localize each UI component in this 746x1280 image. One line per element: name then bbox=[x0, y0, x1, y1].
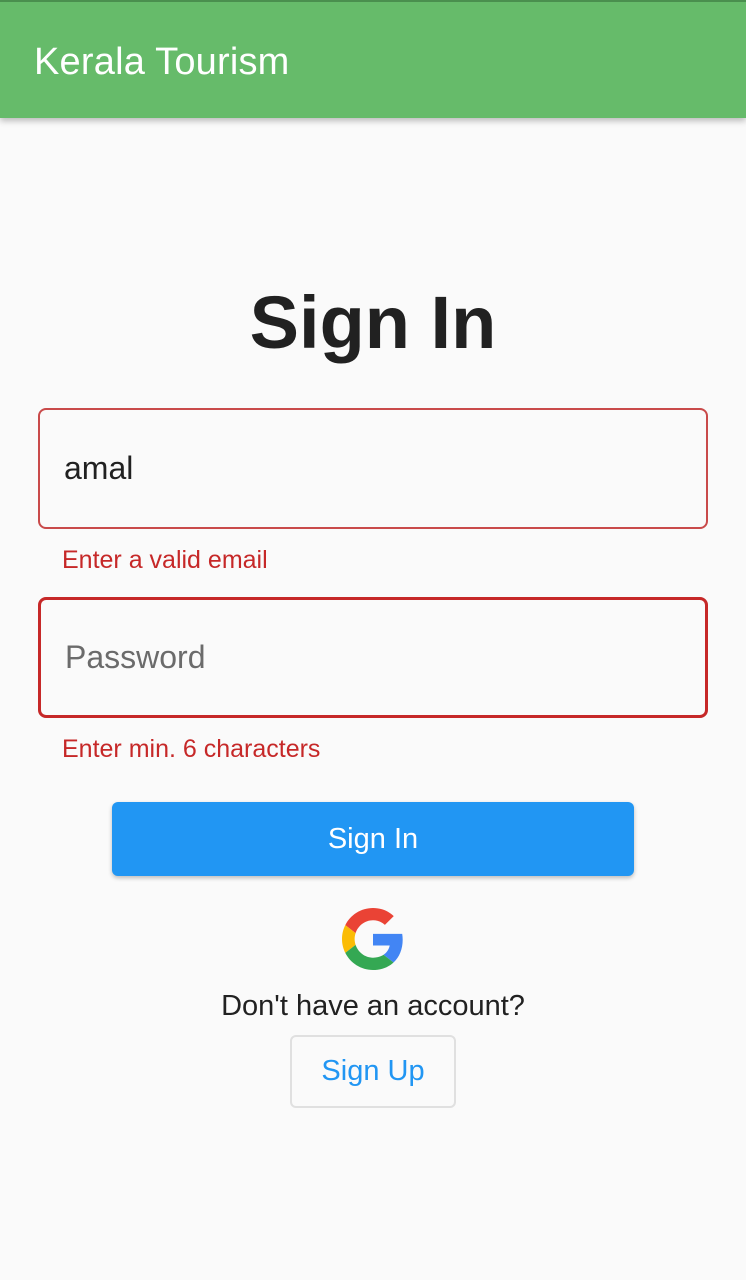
google-icon[interactable] bbox=[342, 908, 404, 970]
email-field-value[interactable]: amal bbox=[64, 450, 133, 487]
sign-up-button[interactable]: Sign Up bbox=[290, 1035, 456, 1108]
password-input[interactable] bbox=[65, 639, 665, 676]
app-bar: Kerala Tourism bbox=[0, 0, 746, 118]
email-field[interactable]: amal bbox=[38, 408, 708, 529]
signup-prompt-text: Don't have an account? bbox=[221, 990, 525, 1022]
password-error-text: Enter min. 6 characters bbox=[62, 735, 321, 763]
page-title: Sign In bbox=[249, 281, 497, 364]
email-error-text: Enter a valid email bbox=[62, 546, 268, 574]
password-field[interactable] bbox=[38, 597, 708, 718]
google-icon-graphic bbox=[342, 908, 403, 970]
app-title: Kerala Tourism bbox=[34, 41, 290, 83]
sign-in-button[interactable]: Sign In bbox=[112, 802, 634, 876]
